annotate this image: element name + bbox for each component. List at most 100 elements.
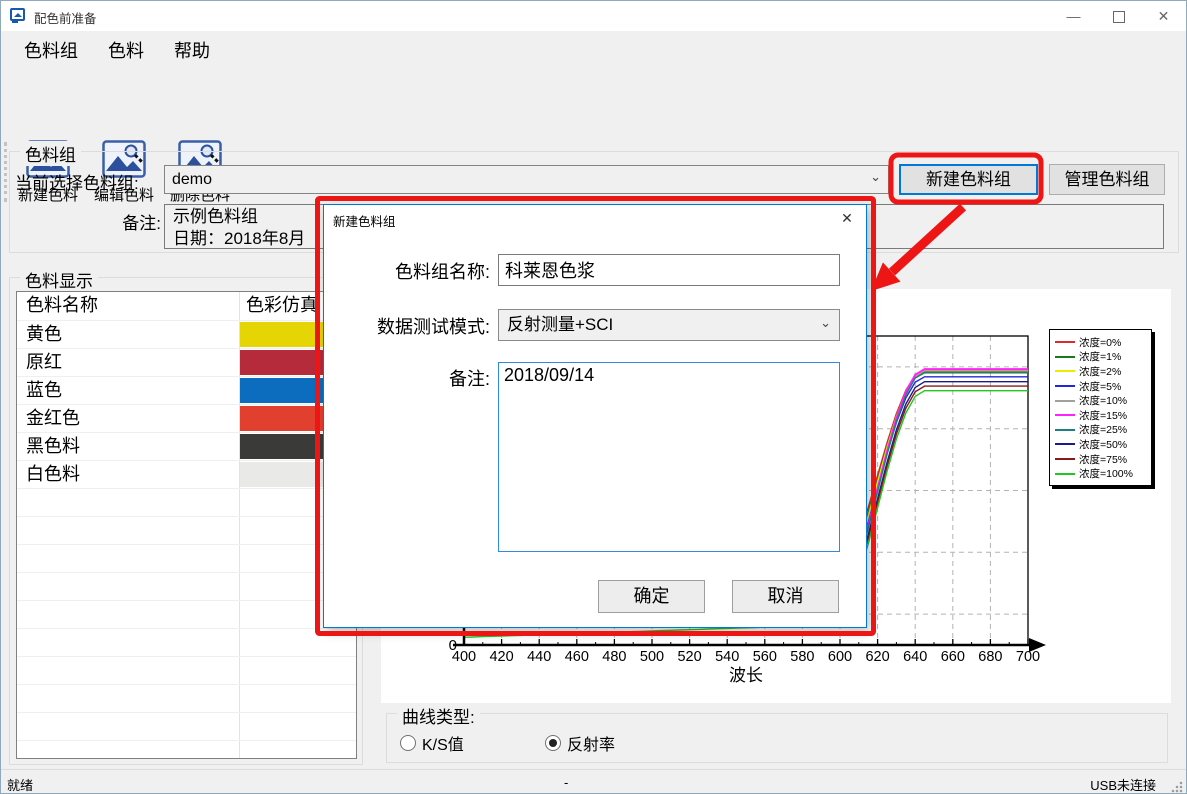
close-button[interactable]: ✕ (1141, 1, 1186, 31)
table-row-empty (17, 489, 356, 517)
empty-name-cell (17, 685, 239, 712)
minimize-button[interactable]: — (1051, 1, 1096, 31)
colorant-set-combobox[interactable]: demo ⌄ (164, 165, 889, 194)
legend-item: 浓度=25% (1055, 423, 1147, 438)
legend-label: 浓度=25% (1079, 422, 1127, 437)
pigment-name-cell: 黄色 (17, 321, 239, 348)
group-title: 曲线类型: (397, 703, 480, 728)
chevron-down-icon: ⌄ (820, 308, 831, 338)
legend-label: 浓度=50% (1079, 437, 1127, 452)
menu-bar: 色料组色料帮助 (1, 31, 1186, 68)
group-title: 色料显示 (20, 267, 98, 292)
table-row-empty (17, 713, 356, 741)
table-row[interactable]: 黄色 (17, 321, 356, 349)
legend-item: 浓度=50% (1055, 437, 1147, 452)
test-mode-dropdown[interactable]: 反射测量+SCI ⌄ (498, 309, 840, 341)
status-bar: 就绪 - USB未连接 (1, 769, 1186, 794)
radio-option-reflectance[interactable]: 反射率 (545, 731, 615, 755)
legend-label: 浓度=5% (1079, 379, 1121, 394)
svg-text:460: 460 (565, 649, 589, 665)
legend-item: 浓度=15% (1055, 408, 1147, 423)
app-icon (10, 8, 26, 24)
legend-line-swatch (1055, 443, 1075, 445)
column-header-name: 色料名称 (17, 292, 239, 320)
dialog-remark-textarea[interactable]: 2018/09/14 (498, 362, 840, 552)
empty-name-cell (17, 713, 239, 740)
name-field-label: 色料组名称: (334, 258, 490, 284)
remark-label: 备注: (61, 209, 161, 234)
toolbar: 新建色料编辑色料删除色料 (1, 68, 1186, 146)
radio-icon[interactable] (545, 735, 561, 751)
legend-line-swatch (1055, 341, 1075, 343)
legend-line-swatch (1055, 414, 1075, 416)
table-row[interactable]: 黑色料 (17, 433, 356, 461)
legend-line-swatch (1055, 458, 1075, 460)
resize-grip[interactable] (1171, 781, 1183, 793)
table-row[interactable]: 原红 (17, 349, 356, 377)
menu-item-3[interactable]: 帮助 (174, 31, 210, 69)
remark-field-label: 备注: (334, 365, 490, 391)
legend-label: 浓度=15% (1079, 408, 1127, 423)
set-name-input[interactable] (498, 254, 840, 286)
menu-item-1[interactable]: 色料组 (24, 31, 78, 69)
empty-swatch-cell (239, 741, 356, 759)
svg-text:480: 480 (602, 649, 626, 665)
toolbar-grip (4, 142, 7, 202)
manage-colorant-set-button[interactable]: 管理色料组 (1049, 164, 1165, 195)
legend-item: 浓度=2% (1055, 364, 1147, 379)
red-annotation (871, 262, 901, 291)
svg-text:560: 560 (753, 649, 777, 665)
table-row-empty (17, 601, 356, 629)
table-row-empty (17, 573, 356, 601)
legend-label: 浓度=100% (1079, 466, 1133, 481)
legend-item: 浓度=1% (1055, 350, 1147, 365)
table-row-empty (17, 657, 356, 685)
legend-line-swatch (1055, 429, 1075, 431)
cancel-button[interactable]: 取消 (732, 580, 839, 613)
title-bar: 配色前准备 — ✕ (1, 1, 1186, 31)
legend-line-swatch (1055, 473, 1075, 475)
table-row-empty (17, 545, 356, 573)
legend-label: 浓度=75% (1079, 452, 1127, 467)
radio-label: K/S值 (422, 731, 464, 755)
dialog-close-icon[interactable]: ✕ (837, 210, 857, 227)
radio-label: 反射率 (567, 731, 615, 755)
legend-label: 浓度=2% (1079, 364, 1121, 379)
table-row-empty (17, 685, 356, 713)
svg-text:580: 580 (790, 649, 814, 665)
legend-label: 浓度=10% (1079, 393, 1127, 408)
svg-text:420: 420 (489, 649, 513, 665)
legend-line-swatch (1055, 370, 1075, 372)
svg-text:波长: 波长 (729, 666, 763, 685)
radio-icon[interactable] (400, 735, 416, 751)
table-row-empty (17, 741, 356, 759)
empty-name-cell (17, 657, 239, 684)
new-colorant-set-button[interactable]: 新建色料组 (899, 164, 1038, 195)
dialog-title: 新建色料组 (333, 211, 396, 230)
legend-item: 浓度=75% (1055, 452, 1147, 467)
ok-button[interactable]: 确定 (598, 580, 705, 613)
legend-line-swatch (1055, 385, 1075, 387)
empty-swatch-cell (239, 685, 356, 712)
svg-text:540: 540 (715, 649, 739, 665)
table-row-empty (17, 629, 356, 657)
empty-name-cell (17, 489, 239, 516)
menu-item-2[interactable]: 色料 (108, 31, 144, 69)
maximize-button[interactable] (1096, 1, 1141, 31)
pigment-name-cell: 原红 (17, 349, 239, 376)
combobox-value: demo (172, 171, 212, 188)
empty-swatch-cell (239, 629, 356, 656)
curve-type-group: 曲线类型: K/S值 反射率 (386, 713, 1168, 763)
empty-name-cell (17, 601, 239, 628)
legend-item: 浓度=100% (1055, 466, 1147, 481)
svg-text:500: 500 (640, 649, 664, 665)
pigment-table[interactable]: 色料名称 色彩仿真 黄色原红蓝色金红色黑色料白色料 (16, 291, 357, 759)
table-row[interactable]: 蓝色 (17, 377, 356, 405)
new-colorant-set-dialog: 新建色料组 ✕ 色料组名称: 数据测试模式: 反射测量+SCI ⌄ 备注: 20… (323, 204, 867, 628)
table-row[interactable]: 白色料 (17, 461, 356, 489)
radio-option-ks[interactable]: K/S值 (400, 731, 464, 755)
maximize-icon (1113, 11, 1125, 23)
empty-name-cell (17, 629, 239, 656)
dropdown-value: 反射测量+SCI (507, 315, 613, 334)
table-row[interactable]: 金红色 (17, 405, 356, 433)
